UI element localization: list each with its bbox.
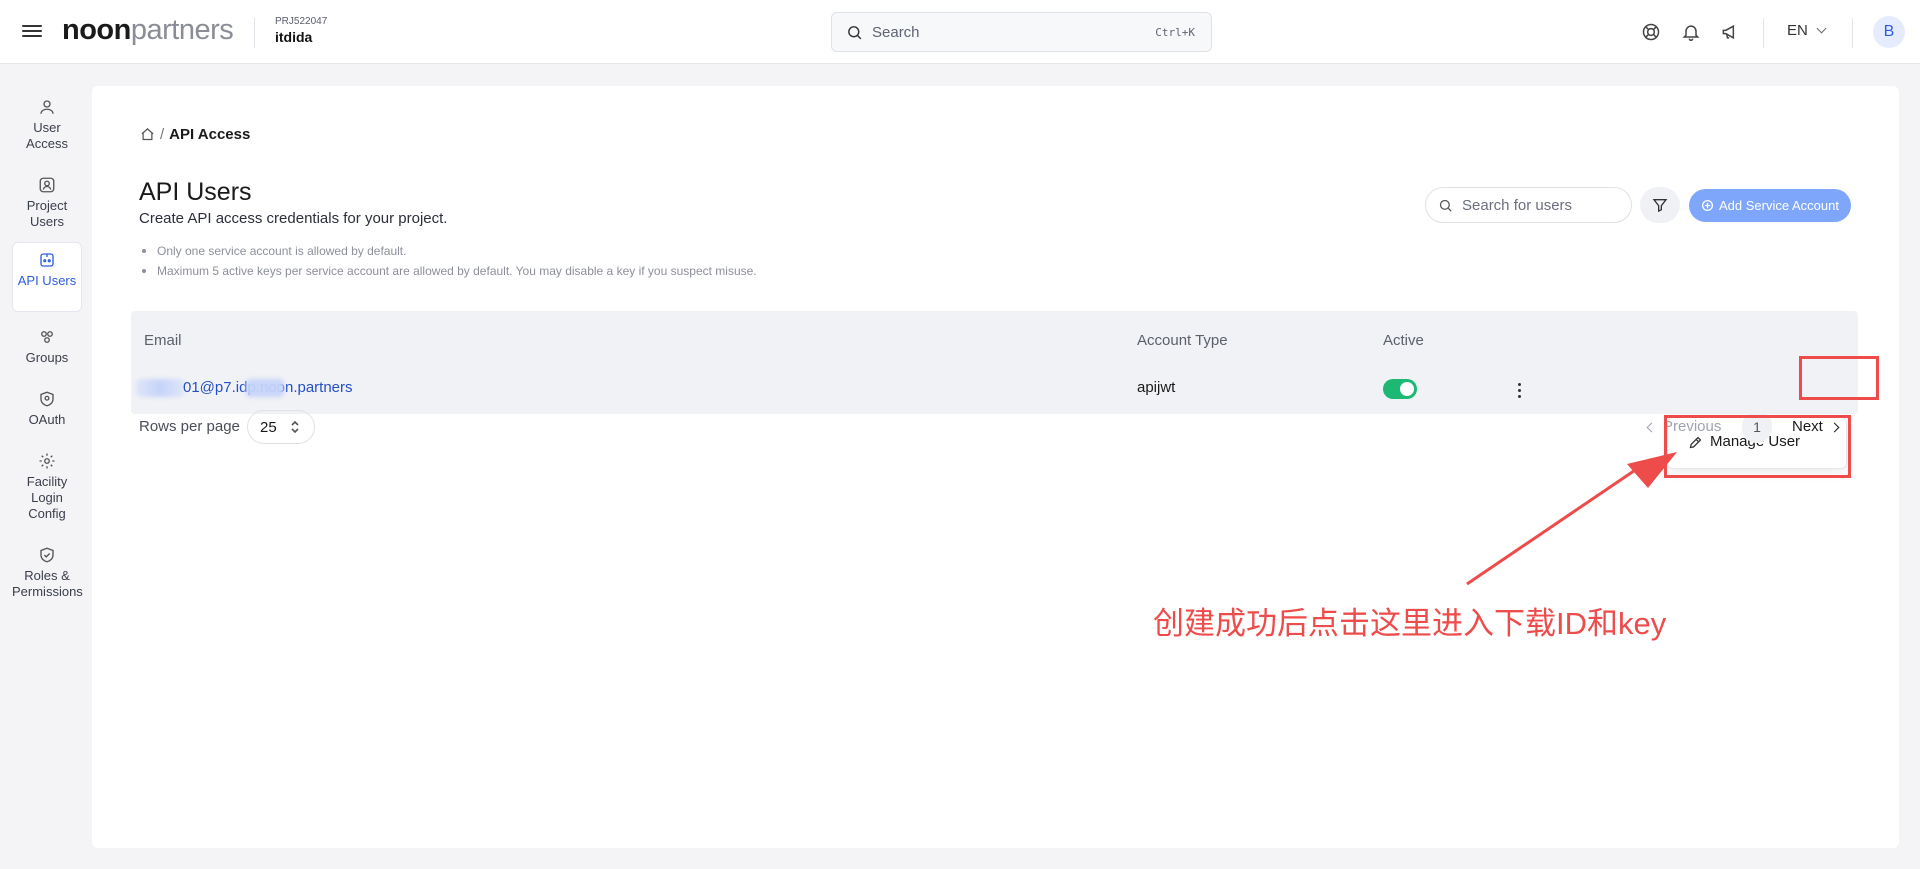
- annotation-text: 创建成功后点击这里进入下载ID和key: [1153, 606, 1667, 641]
- annotation-arrow: [1466, 452, 1677, 586]
